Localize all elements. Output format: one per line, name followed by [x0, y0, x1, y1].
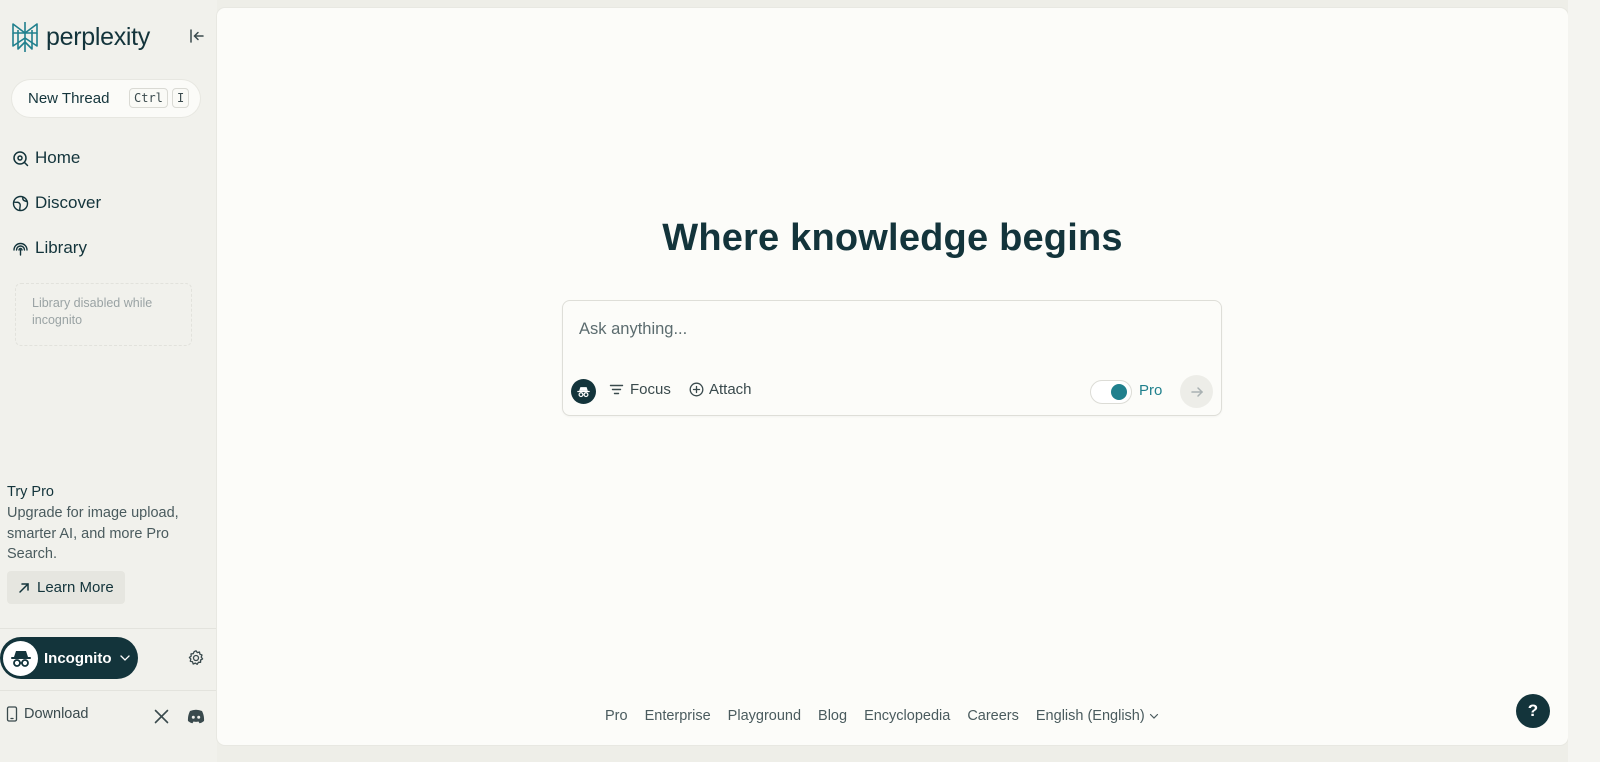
download-button[interactable]: Download	[6, 706, 89, 722]
avatar	[3, 640, 38, 676]
sidebar-item-label: Discover	[35, 193, 102, 212]
library-disabled-notice: Library disabled while incognito	[15, 283, 192, 346]
attach-label: Attach	[709, 381, 752, 398]
learn-more-button[interactable]: Learn More	[7, 571, 125, 604]
footer-nav: Pro Enterprise Playground Blog Encyclope…	[605, 708, 1159, 724]
try-pro-description: Upgrade for image upload, smarter AI, an…	[7, 505, 179, 562]
incognito-mode-button[interactable]	[571, 379, 596, 404]
try-pro-card: Try Pro Upgrade for image upload, smarte…	[7, 484, 207, 565]
footer-link-blog[interactable]: Blog	[818, 708, 847, 724]
ask-box: Focus Attach Pro	[562, 300, 1222, 416]
incognito-icon	[577, 387, 590, 398]
attach-button[interactable]: Attach	[689, 381, 752, 398]
sidebar-item-label: Library	[35, 238, 87, 257]
ask-input[interactable]	[579, 317, 1199, 341]
try-pro-title: Try Pro	[7, 484, 54, 500]
collapse-sidebar-icon[interactable]	[188, 28, 206, 44]
main-panel: Where knowledge begins Focus Attach	[217, 8, 1568, 745]
chevron-down-icon	[1149, 713, 1158, 719]
arrow-right-icon	[1190, 386, 1203, 397]
pro-label: Pro	[1139, 382, 1163, 399]
sidebar-item-label: Home	[35, 148, 81, 167]
footer-link-enterprise[interactable]: Enterprise	[645, 708, 711, 724]
chevron-down-icon	[119, 655, 130, 661]
globe-icon	[12, 195, 29, 211]
page-title: Where knowledge begins	[662, 217, 1123, 259]
language-selector[interactable]: English (English)	[1036, 708, 1159, 724]
divider	[0, 690, 217, 691]
library-icon	[13, 242, 28, 256]
download-label: Download	[24, 706, 89, 722]
perplexity-logo-icon	[12, 22, 38, 52]
account-label: Incognito	[44, 649, 112, 667]
footer-link-careers[interactable]: Careers	[967, 708, 1019, 724]
phone-icon	[6, 706, 18, 722]
divider	[0, 628, 217, 629]
sidebar-item-library[interactable]: Library	[12, 235, 87, 261]
home-search-icon	[13, 150, 29, 166]
language-label: English (English)	[1035, 708, 1145, 724]
plus-circle-icon	[689, 382, 704, 397]
focus-label: Focus	[630, 381, 671, 398]
footer-link-encyclopedia[interactable]: Encyclopedia	[864, 708, 950, 724]
incognito-icon	[10, 651, 31, 667]
sidebar-item-discover[interactable]: Discover	[12, 190, 101, 216]
new-thread-button[interactable]: New Thread Ctrl I	[12, 80, 200, 117]
shortcut-key-ctrl: Ctrl	[129, 88, 168, 108]
help-button[interactable]: ?	[1516, 694, 1550, 728]
sidebar-item-home[interactable]: Home	[12, 145, 80, 171]
account-menu-button[interactable]: Incognito	[0, 637, 138, 679]
scrollbar[interactable]	[1568, 0, 1600, 762]
x-twitter-icon[interactable]	[154, 709, 169, 724]
settings-gear-icon[interactable]	[187, 649, 205, 667]
new-thread-label: New Thread	[28, 90, 110, 107]
footer-link-playground[interactable]: Playground	[728, 708, 801, 724]
learn-more-label: Learn More	[37, 579, 114, 596]
brand-name: perplexity	[46, 22, 150, 51]
arrow-up-right-icon	[19, 582, 29, 593]
discord-icon[interactable]	[187, 709, 205, 724]
submit-button[interactable]	[1180, 375, 1213, 408]
sidebar: perplexity New Thread Ctrl I Home Discov…	[0, 0, 217, 762]
footer-link-pro[interactable]: Pro	[605, 708, 628, 724]
pro-toggle[interactable]	[1090, 380, 1132, 404]
toggle-knob	[1111, 384, 1127, 400]
filter-icon	[609, 384, 624, 395]
brand-logo[interactable]: perplexity	[10, 20, 150, 54]
focus-button[interactable]: Focus	[609, 381, 671, 398]
shortcut-key-i: I	[172, 88, 190, 108]
